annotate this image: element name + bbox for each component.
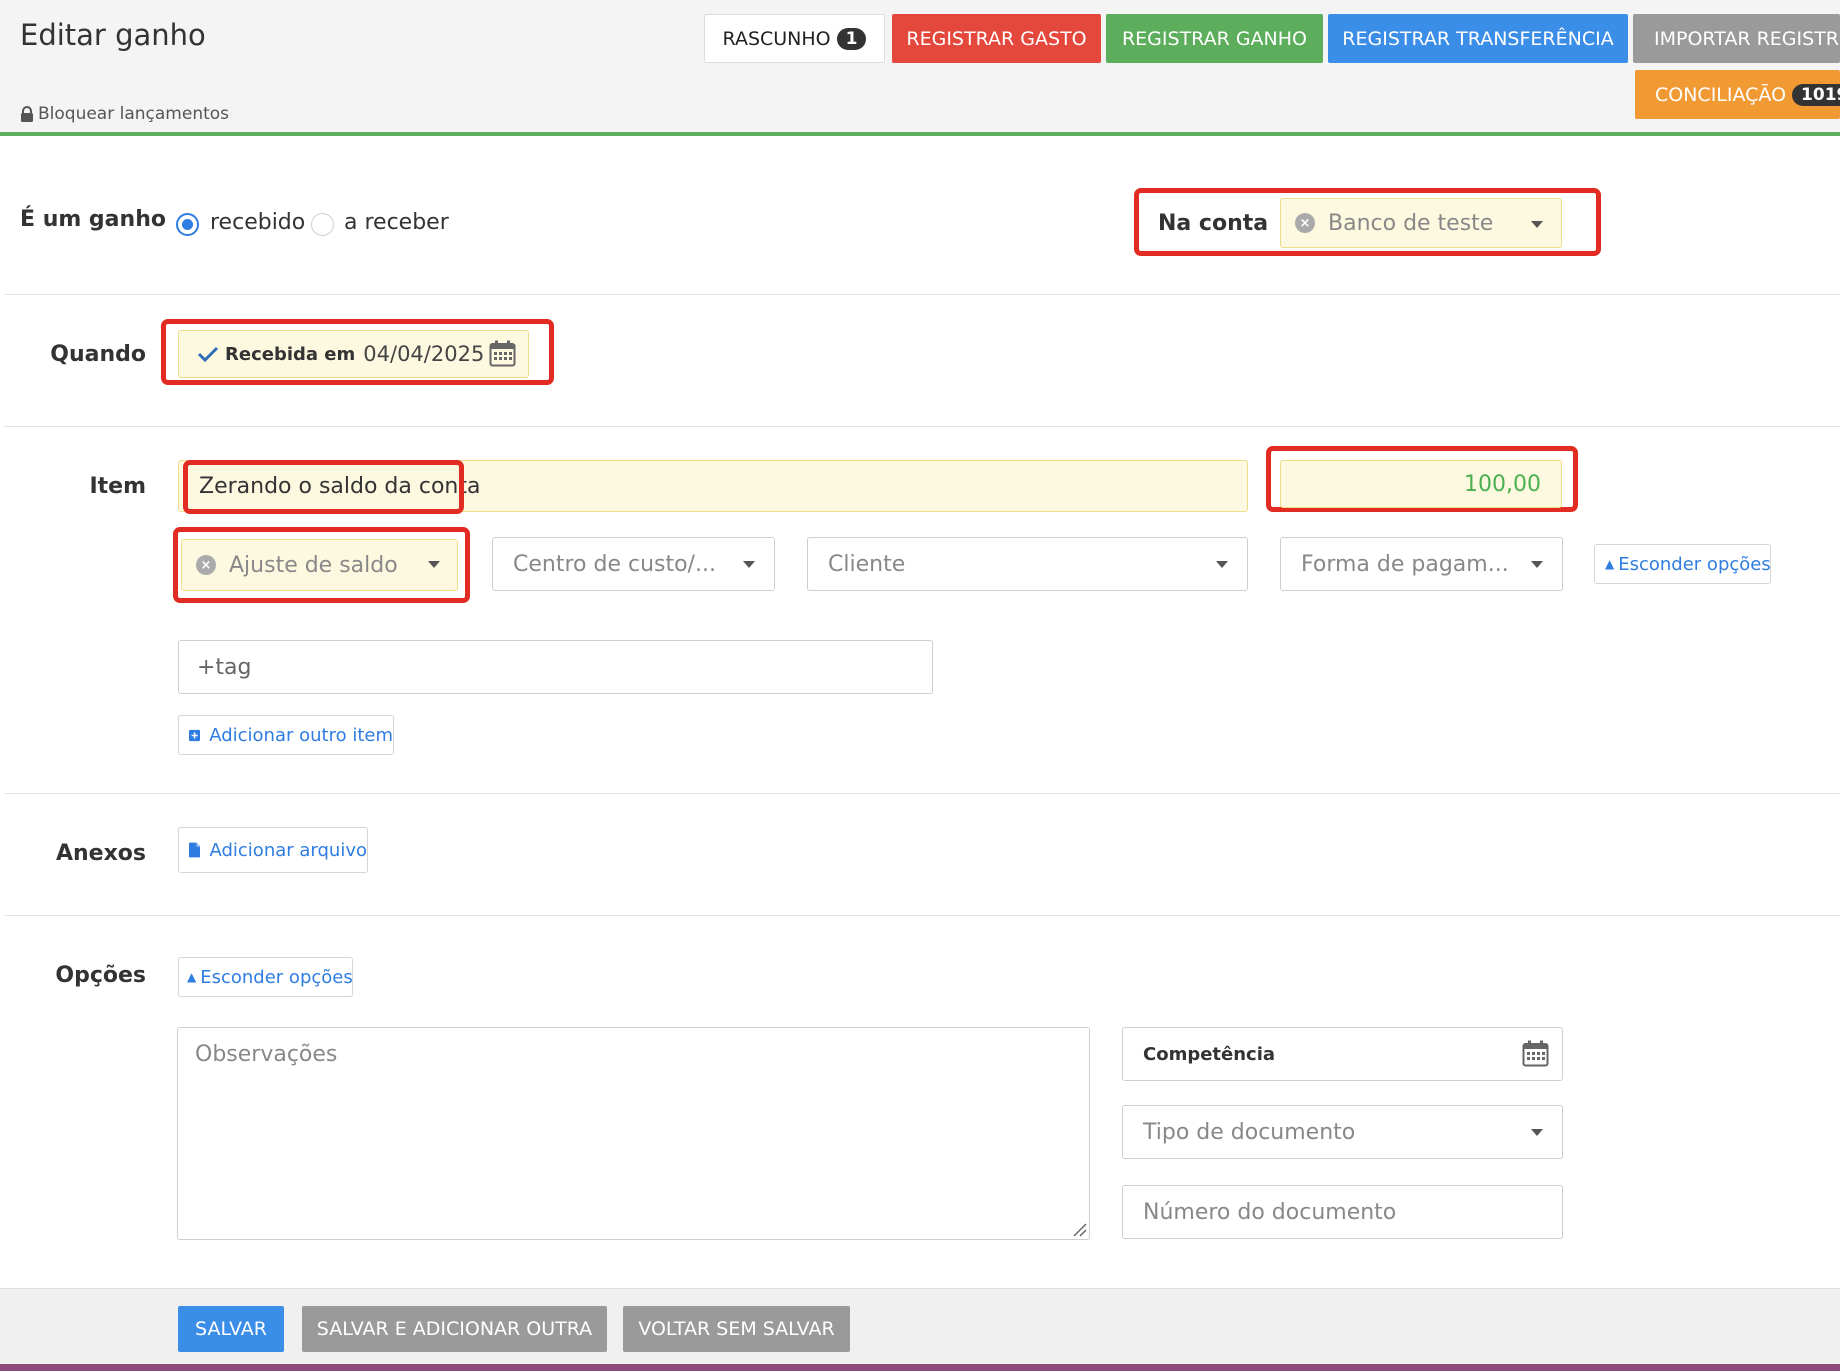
category-dropdown-icon bbox=[428, 561, 440, 568]
back-without-saving-button[interactable]: VOLTAR SEM SALVAR bbox=[623, 1306, 850, 1352]
lock-entries-link[interactable]: Bloquear lançamentos bbox=[20, 104, 229, 124]
radio-to-receive-label[interactable]: a receber bbox=[344, 210, 449, 235]
amount-input[interactable]: 100,00 bbox=[1280, 460, 1562, 508]
register-transfer-label: REGISTRAR TRANSFERÊNCIA bbox=[1342, 27, 1614, 50]
when-label: Quando bbox=[50, 342, 146, 367]
client-select[interactable]: Cliente bbox=[807, 537, 1248, 591]
radio-to-receive[interactable] bbox=[311, 213, 334, 236]
amount-value: 100,00 bbox=[1464, 471, 1541, 497]
category-value: Ajuste de saldo bbox=[229, 552, 398, 578]
register-income-label: REGISTRAR GANHO bbox=[1121, 27, 1308, 50]
row-divider bbox=[4, 426, 1840, 427]
register-transfer-button[interactable]: REGISTRAR TRANSFERÊNCIA bbox=[1328, 14, 1628, 63]
document-type-dropdown-icon bbox=[1531, 1129, 1543, 1136]
save-and-add-button[interactable]: SALVAR E ADICIONAR OUTRA bbox=[302, 1306, 607, 1352]
add-file-button[interactable]: Adicionar arquivo bbox=[178, 827, 368, 873]
radio-received-label[interactable]: recebido bbox=[210, 210, 305, 235]
account-select[interactable]: × Banco de teste bbox=[1280, 198, 1562, 248]
type-label: É um ganho bbox=[20, 207, 166, 232]
row-divider bbox=[4, 793, 1840, 794]
plus-square-icon bbox=[189, 729, 201, 741]
client-placeholder: Cliente bbox=[828, 551, 906, 577]
back-without-saving-label: VOLTAR SEM SALVAR bbox=[638, 1318, 835, 1340]
lock-icon bbox=[21, 105, 33, 122]
account-dropdown-icon bbox=[1531, 221, 1543, 228]
cost-center-placeholder: Centro de custo/... bbox=[513, 551, 716, 577]
date-value: 04/04/2025 bbox=[363, 342, 485, 366]
draft-button[interactable]: RASCUNHO 1 bbox=[704, 14, 885, 63]
save-button[interactable]: SALVAR bbox=[178, 1306, 284, 1352]
draft-count-badge: 1 bbox=[836, 27, 867, 50]
tag-placeholder: +tag bbox=[197, 654, 252, 680]
row-divider bbox=[4, 915, 1840, 916]
register-income-button[interactable]: REGISTRAR GANHO bbox=[1106, 14, 1323, 63]
clear-category-icon[interactable]: × bbox=[196, 555, 216, 575]
clear-account-icon[interactable]: × bbox=[1295, 213, 1315, 233]
hide-options-button[interactable]: ▲ Esconder opções bbox=[178, 957, 353, 997]
add-item-button[interactable]: Adicionar outro item bbox=[178, 715, 394, 755]
caret-up-icon: ▲ bbox=[187, 970, 197, 984]
reconcile-label: CONCILIAÇÃO bbox=[1655, 83, 1787, 106]
options-label: Opções bbox=[55, 963, 146, 988]
notes-placeholder: Observações bbox=[195, 1042, 338, 1067]
document-number-input[interactable]: Número do documento bbox=[1122, 1185, 1563, 1239]
date-prefix: Recebida em bbox=[225, 343, 356, 365]
cost-center-select[interactable]: Centro de custo/... bbox=[492, 537, 775, 591]
hide-item-options-label: Esconder opções bbox=[1618, 553, 1771, 575]
hide-options-label: Esconder opções bbox=[200, 966, 353, 988]
category-select[interactable]: × Ajuste de saldo bbox=[181, 539, 458, 591]
calendar-icon[interactable] bbox=[489, 340, 516, 367]
save-label: SALVAR bbox=[195, 1318, 267, 1340]
payment-method-dropdown-icon bbox=[1531, 561, 1543, 568]
save-and-add-label: SALVAR E ADICIONAR OUTRA bbox=[316, 1318, 593, 1340]
description-highlight bbox=[183, 460, 464, 514]
add-file-label: Adicionar arquivo bbox=[209, 839, 367, 861]
cost-center-dropdown-icon bbox=[743, 561, 755, 568]
register-expense-button[interactable]: REGISTRAR GASTO bbox=[892, 14, 1101, 63]
competence-calendar-icon[interactable] bbox=[1522, 1040, 1549, 1067]
row-divider bbox=[4, 294, 1840, 295]
document-type-placeholder: Tipo de documento bbox=[1143, 1119, 1356, 1145]
file-icon bbox=[189, 842, 201, 858]
document-number-placeholder: Número do documento bbox=[1143, 1199, 1397, 1225]
competence-field[interactable]: Competência bbox=[1122, 1027, 1563, 1081]
account-label: Na conta bbox=[1158, 211, 1269, 236]
import-records-button[interactable]: IMPORTAR REGISTRO bbox=[1633, 14, 1840, 63]
reconcile-count-badge: 1019 bbox=[1792, 83, 1840, 106]
reconcile-button[interactable]: CONCILIAÇÃO 1019 bbox=[1635, 70, 1840, 119]
client-dropdown-icon bbox=[1216, 561, 1228, 568]
register-expense-label: REGISTRAR GASTO bbox=[906, 27, 1087, 50]
notes-textarea[interactable]: Observações bbox=[177, 1027, 1090, 1240]
bottom-decoration-bar bbox=[0, 1364, 1840, 1371]
draft-button-label: RASCUNHO bbox=[722, 27, 831, 50]
account-value: Banco de teste bbox=[1328, 210, 1494, 236]
resize-handle-icon[interactable] bbox=[1071, 1221, 1087, 1237]
payment-method-placeholder: Forma de pagam... bbox=[1301, 551, 1509, 577]
add-item-label: Adicionar outro item bbox=[209, 724, 393, 746]
tag-input[interactable]: +tag bbox=[178, 640, 933, 694]
document-type-select[interactable]: Tipo de documento bbox=[1122, 1105, 1563, 1159]
payment-method-select[interactable]: Forma de pagam... bbox=[1280, 537, 1563, 591]
check-icon bbox=[197, 346, 219, 363]
import-records-label: IMPORTAR REGISTRO bbox=[1654, 27, 1840, 50]
lock-entries-label: Bloquear lançamentos bbox=[38, 104, 230, 124]
page-title: Editar ganho bbox=[20, 18, 206, 52]
date-field[interactable]: Recebida em 04/04/2025 bbox=[178, 330, 529, 378]
radio-received[interactable] bbox=[176, 213, 199, 236]
competence-label: Competência bbox=[1143, 1043, 1276, 1065]
hide-item-options-button[interactable]: ▲ Esconder opções bbox=[1594, 544, 1771, 584]
caret-up-icon: ▲ bbox=[1605, 557, 1615, 571]
attachments-label: Anexos bbox=[55, 841, 146, 866]
item-label: Item bbox=[89, 474, 146, 499]
